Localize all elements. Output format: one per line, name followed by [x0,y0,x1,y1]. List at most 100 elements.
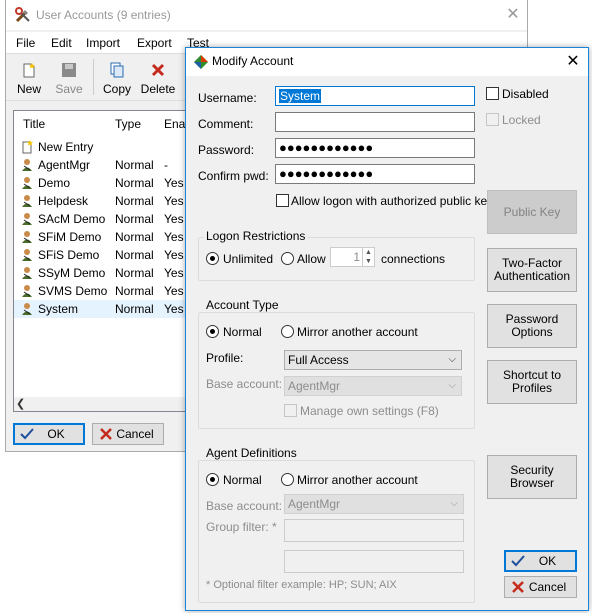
disabled-label[interactable]: Disabled [502,87,549,101]
spin-up-icon[interactable]: ▲ [362,248,374,257]
group-filter-label: Group filter: * [206,520,277,534]
unlimited-radio[interactable] [206,252,219,265]
list-item[interactable]: SFiM Demo Normal Yes [14,228,190,246]
list-item-title: Demo [38,176,71,190]
connections-stepper[interactable]: 1 ▲ ▼ [330,247,375,267]
connections-label: connections [381,252,446,266]
list-item-type: Normal [115,284,154,298]
agent-normal-label[interactable]: Normal [223,473,262,487]
shortcut-profiles-button[interactable]: Shortcut to Profiles [487,360,577,404]
list-item-title: SAcM Demo [38,212,106,226]
new-entry-icon [23,63,35,78]
new-button[interactable]: New [9,59,49,99]
list-item-enabled: Yes [164,194,184,208]
column-type[interactable]: Type [115,117,141,135]
group-filter-footnote: * Optional filter example: HP; SUN; AIX [206,579,397,591]
manage-settings-checkbox[interactable] [284,404,297,417]
list-item[interactable]: Helpdesk Normal Yes [14,192,190,210]
user-icon [22,231,32,243]
password-label: Password: [198,143,255,157]
account-normal-label[interactable]: Normal [223,325,262,339]
menu-export[interactable]: Export [137,36,172,50]
menu-edit[interactable]: Edit [51,36,72,50]
profile-label: Profile: [206,351,244,365]
allow-label[interactable]: Allow [297,252,326,266]
profile-select[interactable]: Full Access ⌵ [284,350,462,370]
chevron-down-icon: ⌵ [448,354,456,365]
password-field[interactable]: ●●●●●●●●●●●● [275,138,475,158]
list-item-title: AgentMgr [38,158,91,172]
cancel-button[interactable]: Cancel [92,423,164,445]
comment-field[interactable] [275,112,475,132]
agent-mirror-label[interactable]: Mirror another account [297,473,418,487]
window-titlebar: User Accounts (9 entries) ✕ [6,0,527,30]
user-icon [22,267,32,279]
checkmark-icon [20,428,34,440]
dialog-titlebar: Modify Account ✕ [186,48,588,76]
list-item-enabled: Yes [164,212,184,226]
list-item[interactable]: AgentMgr Normal - [14,156,190,174]
spin-down-icon[interactable]: ▼ [362,257,374,266]
close-icon[interactable]: ✕ [562,51,584,73]
list-item-title: SVMS Demo [38,284,108,298]
horizontal-scrollbar[interactable]: ❮ [14,397,190,411]
agent-definitions-title: Agent Definitions [204,446,299,460]
list-item-enabled: Yes [164,302,184,316]
unlimited-label[interactable]: Unlimited [223,252,273,266]
username-field[interactable]: System [275,86,475,106]
chevron-down-icon: ⌵ [448,380,456,391]
locked-checkbox[interactable] [486,113,499,126]
two-factor-button[interactable]: Two-Factor Authentication [487,248,577,292]
tools-icon [15,7,30,23]
menu-file[interactable]: File [16,36,35,50]
allow-pubkey-checkbox[interactable] [276,194,289,207]
list-item[interactable]: SSyM Demo Normal Yes [14,264,190,282]
account-normal-radio[interactable] [206,325,219,338]
public-key-button[interactable]: Public Key [487,190,577,234]
list-item-title: Helpdesk [38,194,89,208]
save-button[interactable]: Save [49,59,89,99]
window-title: User Accounts (9 entries) [36,8,171,22]
security-browser-button[interactable]: Security Browser [487,455,577,499]
list-item-title: SFiS Demo [38,248,100,262]
account-mirror-label[interactable]: Mirror another account [297,325,418,339]
password-options-button[interactable]: Password Options [487,304,577,348]
list-item[interactable]: SAcM Demo Normal Yes [14,210,190,228]
allow-pubkey-label[interactable]: Allow logon with authorized public key [291,194,493,208]
toolbar-separator [93,59,94,95]
user-icon [22,249,32,261]
base-account-select[interactable]: AgentMgr ⌵ [284,376,462,396]
copy-button[interactable]: Copy [97,59,137,99]
group-filter-field[interactable] [284,519,464,542]
list-item[interactable]: SFiS Demo Normal Yes [14,246,190,264]
list-item-type: Normal [115,194,154,208]
list-item-type: Normal [115,176,154,190]
agent-base-account-select[interactable]: AgentMgr ⌵ [284,494,464,514]
account-mirror-radio[interactable] [281,325,294,338]
menu-import[interactable]: Import [86,36,120,50]
dialog-cancel-button[interactable]: Cancel [504,576,577,598]
agent-normal-radio[interactable] [206,473,219,486]
close-icon[interactable]: ✕ [502,4,524,26]
scroll-left-icon[interactable]: ❮ [16,397,25,410]
agent-mirror-radio[interactable] [281,473,294,486]
list-item[interactable]: Demo Normal Yes [14,174,190,192]
list-item[interactable]: System Normal Yes [14,300,190,318]
delete-button[interactable]: Delete [138,59,178,99]
group-filter-field-2[interactable] [284,550,464,573]
disabled-checkbox[interactable] [486,87,499,100]
manage-settings-label: Manage own settings (F8) [300,404,439,418]
list-item-type: Normal [115,230,154,244]
save-icon [62,63,76,77]
diamond-icon [194,55,208,69]
list-item[interactable]: New Entry [14,138,190,156]
comment-label: Comment: [198,117,254,131]
confirm-password-field[interactable]: ●●●●●●●●●●●● [275,164,475,184]
account-list[interactable]: Title Type Enab New Entry AgentMgr Normal -… [13,110,191,412]
copy-icon [110,62,124,78]
list-item[interactable]: SVMS Demo Normal Yes [14,282,190,300]
dialog-ok-button[interactable]: OK [504,550,577,572]
ok-button[interactable]: OK [13,423,85,445]
column-title[interactable]: Title [23,117,45,135]
allow-radio[interactable] [281,252,294,265]
